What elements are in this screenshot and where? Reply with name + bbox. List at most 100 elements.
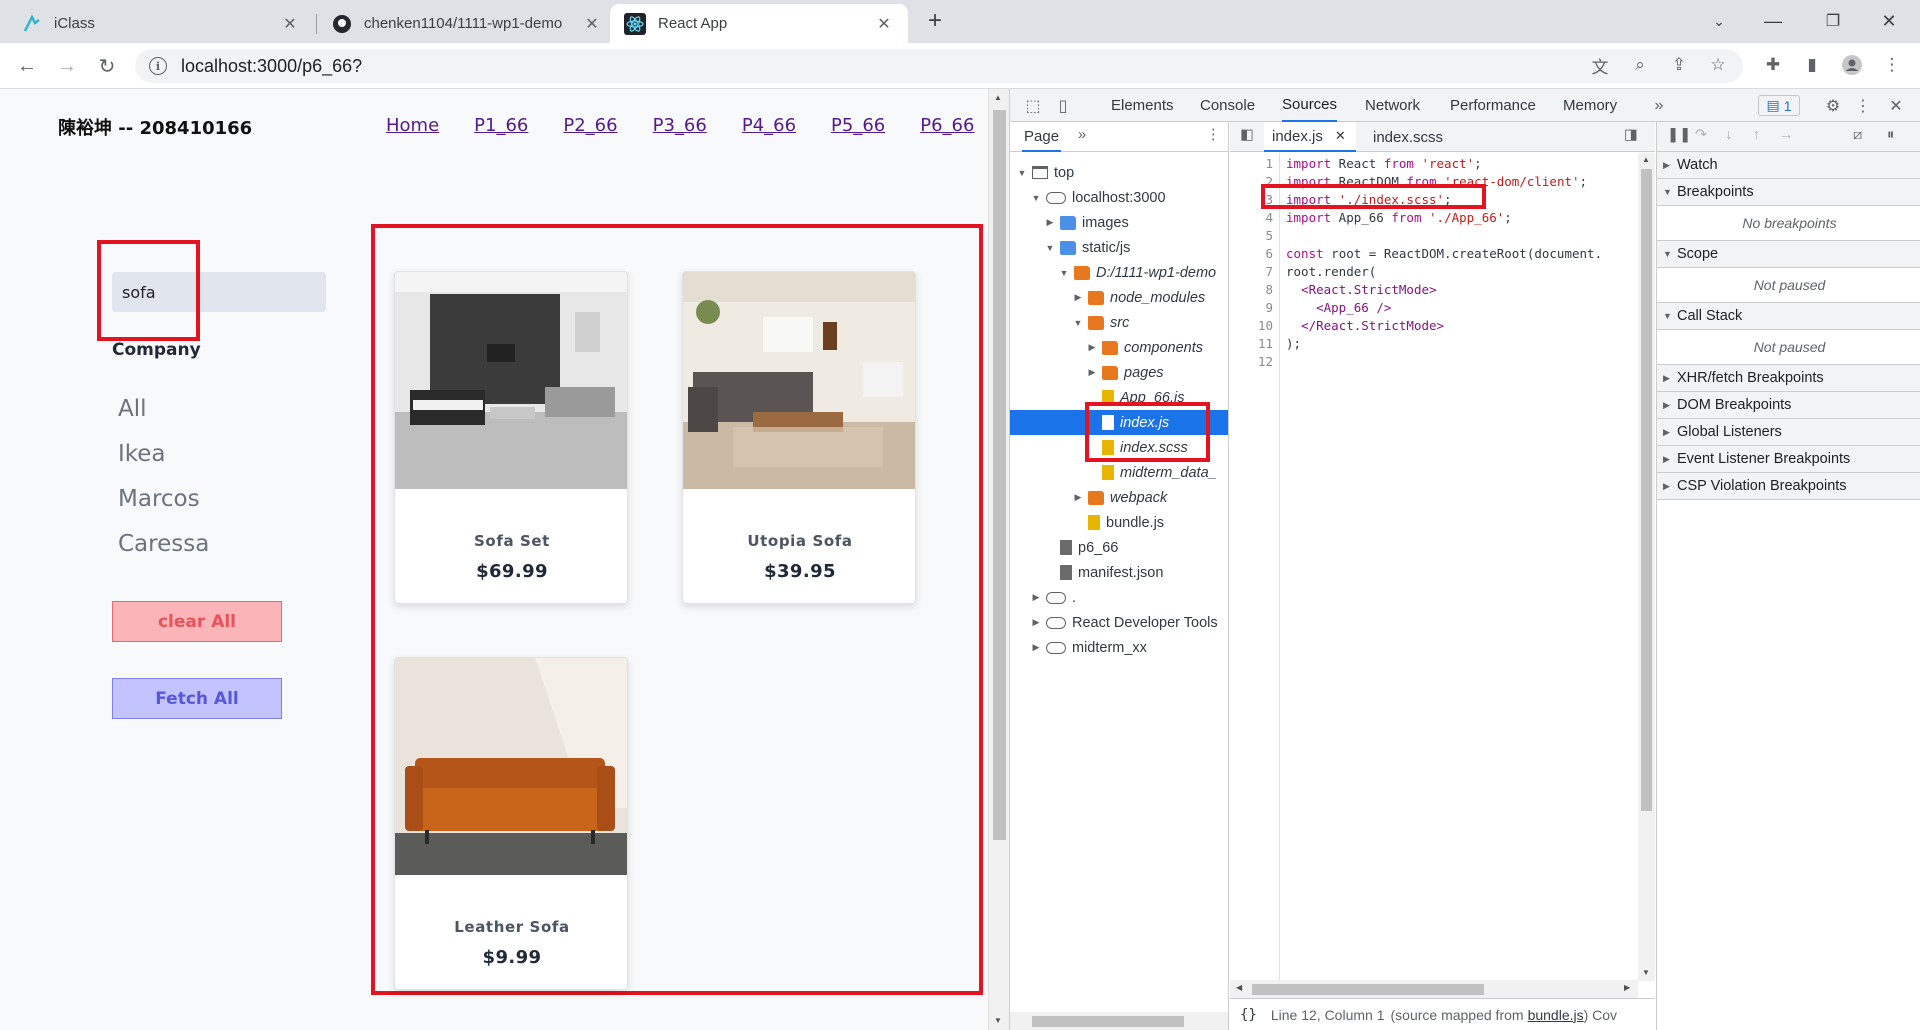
issues-badge[interactable]: ▤ 1 (1758, 95, 1800, 116)
bookmark-star-icon[interactable]: ☆ (1704, 51, 1732, 79)
tree-item-midterm-xx[interactable]: ▶ midterm_xx (1010, 635, 1228, 660)
device-toggle-icon[interactable]: ▯ (1052, 95, 1074, 117)
pretty-print-icon[interactable]: {} (1240, 1007, 1257, 1023)
nav-link-p2[interactable]: P2_66 (563, 115, 617, 136)
code-line[interactable]: </React.StrictMode> (1286, 318, 1444, 333)
nav-link-p5[interactable]: P5_66 (831, 115, 885, 136)
toggle-navigator-icon[interactable]: ◧ (1240, 127, 1254, 143)
translate-icon[interactable]: 文 (1586, 51, 1614, 79)
site-info-icon[interactable]: i (149, 57, 167, 75)
code-line[interactable]: <React.StrictMode> (1286, 282, 1436, 297)
step-out-icon[interactable]: ↑ (1753, 127, 1760, 143)
clear-all-button[interactable]: clear All (112, 601, 282, 642)
new-tab-button[interactable]: + (912, 6, 958, 36)
zoom-icon[interactable]: ⌕ (1626, 51, 1654, 79)
tree-item-react-devtools[interactable]: ▶ React Developer Tools (1010, 610, 1228, 635)
side-panel-icon[interactable]: ▮ (1798, 51, 1826, 79)
step-icon[interactable]: → (1779, 127, 1794, 143)
tab-elements[interactable]: Elements (1111, 89, 1174, 122)
pause-on-exceptions-icon[interactable]: ⏸ (1887, 127, 1894, 143)
editor-tab-index-scss[interactable]: index.scss (1365, 122, 1451, 152)
restore-button[interactable]: ❐ (1810, 6, 1856, 36)
profile-avatar-icon[interactable] (1838, 51, 1866, 79)
code-line[interactable]: const root = ReactDOM.createRoot(documen… (1286, 246, 1602, 261)
tree-item-static-js[interactable]: ▼ static/js (1010, 235, 1228, 260)
tree-item-images[interactable]: ▶ images (1010, 210, 1228, 235)
code-line[interactable]: <App_66 /> (1286, 300, 1391, 315)
code-line[interactable]: import App_66 from './App_66'; (1286, 210, 1512, 225)
tree-item-bundle-js[interactable]: bundle.js (1010, 510, 1228, 535)
tree-item-webpack[interactable]: ▶ webpack (1010, 485, 1228, 510)
scroll-up-icon[interactable]: ▲ (994, 93, 1002, 102)
tree-item-p6-66[interactable]: p6_66 (1010, 535, 1228, 560)
page-scrollbar[interactable]: ▲ ▼ (988, 89, 1009, 1030)
fetch-all-button[interactable]: Fetch All (112, 678, 282, 719)
tree-item-node-modules[interactable]: ▶ node_modules (1010, 285, 1228, 310)
forward-arrow-icon[interactable]: → (52, 51, 82, 81)
close-tab-icon[interactable]: ✕ (582, 14, 602, 34)
close-window-button[interactable]: ✕ (1866, 6, 1912, 36)
product-card[interactable]: Leather Sofa $9.99 (394, 657, 628, 990)
devtools-menu-icon[interactable]: ⋮ (1852, 95, 1874, 117)
tab-memory[interactable]: Memory (1563, 89, 1617, 122)
code-line[interactable]: import React from 'react'; (1286, 156, 1482, 171)
code-line[interactable]: ); (1286, 336, 1301, 351)
tab-react-app[interactable]: React App ✕ (610, 4, 908, 43)
tree-item-src[interactable]: ▼ src (1010, 310, 1228, 335)
company-item-all[interactable]: All (118, 396, 147, 422)
company-item-marcos[interactable]: Marcos (118, 486, 200, 512)
reload-icon[interactable]: ↻ (92, 51, 122, 81)
bundle-js-link[interactable]: bundle.js (1528, 1007, 1584, 1023)
settings-gear-icon[interactable]: ⚙ (1822, 95, 1844, 117)
section-breakpoints[interactable]: ▼ Breakpoints (1657, 179, 1920, 206)
tree-item-pages[interactable]: ▶ pages (1010, 360, 1228, 385)
nav-link-p6[interactable]: P6_66 (920, 115, 974, 136)
navigator-tab-page[interactable]: Page (1022, 122, 1062, 152)
page-scrollbar-thumb[interactable] (993, 110, 1006, 840)
company-item-caressa[interactable]: Caressa (118, 531, 209, 557)
nav-link-p4[interactable]: P4_66 (742, 115, 796, 136)
step-into-icon[interactable]: ↓ (1725, 127, 1732, 143)
tab-network[interactable]: Network (1365, 89, 1420, 122)
tab-sources[interactable]: Sources (1282, 89, 1338, 122)
section-csp-violation-breakpoints[interactable]: ▶ CSP Violation Breakpoints (1657, 473, 1920, 500)
code-line[interactable]: root.render( (1286, 264, 1376, 279)
chrome-menu-icon[interactable]: ⋮ (1878, 51, 1906, 79)
more-tabs-chevron-icon[interactable]: » (1648, 95, 1670, 117)
tab-performance[interactable]: Performance (1450, 89, 1536, 122)
url-text[interactable]: localhost:3000/p6_66? (181, 56, 362, 77)
editor-vscrollbar[interactable]: ▲ ▼ (1638, 153, 1655, 981)
extensions-puzzle-icon[interactable]: ✚ (1759, 51, 1787, 79)
tree-item-manifest-json[interactable]: manifest.json (1010, 560, 1228, 585)
product-card[interactable]: Utopia Sofa $39.95 (682, 271, 916, 604)
deactivate-breakpoints-icon[interactable]: ⧄ (1853, 127, 1862, 143)
editor-tab-index-js[interactable]: index.js ✕ (1264, 122, 1356, 152)
section-global-listeners[interactable]: ▶ Global Listeners (1657, 419, 1920, 446)
omnibox[interactable]: i localhost:3000/p6_66? (135, 49, 1743, 83)
section-dom-breakpoints[interactable]: ▶ DOM Breakpoints (1657, 392, 1920, 419)
product-card[interactable]: Sofa Set $69.99 (394, 271, 628, 604)
editor-hscrollbar[interactable]: ◀ ▶ (1230, 980, 1638, 998)
tree-item-localhost[interactable]: ▼ localhost:3000 (1010, 185, 1228, 210)
section-watch[interactable]: ▶ Watch (1657, 152, 1920, 179)
close-editor-tab-icon[interactable]: ✕ (1335, 128, 1346, 144)
nav-link-p1[interactable]: P1_66 (474, 115, 528, 136)
close-tab-icon[interactable]: ✕ (874, 14, 894, 34)
minimize-button[interactable]: — (1750, 6, 1796, 36)
more-navigator-tabs-icon[interactable]: » (1078, 127, 1086, 143)
back-arrow-icon[interactable]: ← (12, 51, 42, 81)
tab-github[interactable]: chenken1104/1111-wp1-demo ✕ (318, 4, 616, 43)
tree-item-components[interactable]: ▶ components (1010, 335, 1228, 360)
tab-iclass[interactable]: iClass ✕ (8, 4, 314, 43)
tree-item-dot[interactable]: ▶. (1010, 585, 1228, 610)
company-item-ikea[interactable]: Ikea (118, 441, 166, 467)
section-scope[interactable]: ▼ Scope (1657, 241, 1920, 268)
tab-search-chevron-icon[interactable]: ⌄ (1696, 6, 1742, 36)
nav-link-p3[interactable]: P3_66 (653, 115, 707, 136)
step-over-icon[interactable]: ↷ (1695, 127, 1707, 143)
navigator-menu-icon[interactable]: ⋮ (1206, 127, 1221, 143)
tab-console[interactable]: Console (1200, 89, 1255, 122)
close-tab-icon[interactable]: ✕ (280, 14, 300, 34)
inspect-element-icon[interactable]: ⬚ (1022, 95, 1044, 117)
tree-item-top[interactable]: ▼ top (1010, 160, 1228, 185)
